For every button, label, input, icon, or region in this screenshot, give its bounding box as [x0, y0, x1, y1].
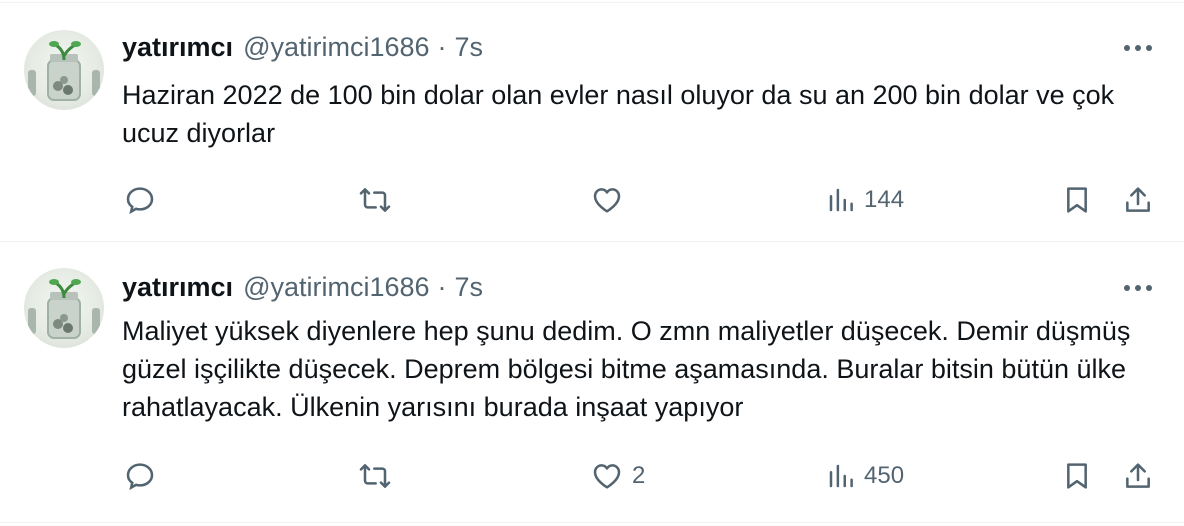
- views-button[interactable]: 450: [826, 456, 904, 496]
- views-button[interactable]: 144: [826, 180, 904, 220]
- reply-icon: [126, 187, 154, 215]
- bookmark-button[interactable]: [1061, 456, 1093, 496]
- like-button[interactable]: 2: [590, 456, 645, 496]
- reply-button[interactable]: [124, 180, 164, 220]
- retweet-button[interactable]: [358, 456, 400, 496]
- share-button[interactable]: [1122, 180, 1154, 220]
- action-bar: 2 450: [0, 456, 1184, 496]
- retweet-button[interactable]: [358, 180, 400, 220]
- tweet-2[interactable]: yatırımcı @yatirimci1686 · 7s Maliyet yü…: [0, 242, 1184, 526]
- action-bar: 144: [0, 180, 1184, 220]
- views-icon: [829, 464, 853, 488]
- tweet-1[interactable]: yatırımcı @yatirimci1686 · 7s Haziran 20…: [0, 0, 1184, 240]
- timestamp[interactable]: 7s: [455, 32, 484, 63]
- like-count: 2: [632, 462, 646, 489]
- separator-dot: ·: [437, 271, 447, 302]
- share-button[interactable]: [1122, 456, 1154, 496]
- tweet-text: Haziran 2022 de 100 bin dolar olan evler…: [122, 80, 1115, 148]
- more-icon: [1124, 45, 1152, 51]
- timestamp[interactable]: 7s: [455, 272, 484, 303]
- share-icon: [1126, 463, 1150, 488]
- share-icon: [1126, 187, 1150, 212]
- avatar[interactable]: [24, 30, 104, 110]
- bottom-divider: [0, 522, 1184, 523]
- bookmark-button[interactable]: [1061, 180, 1093, 220]
- author-handle[interactable]: @yatirimci1686: [243, 32, 429, 63]
- separator-dot: ·: [437, 31, 447, 62]
- reply-button[interactable]: [124, 456, 164, 496]
- retweet-icon: [359, 188, 391, 212]
- like-icon: [593, 464, 621, 489]
- author-name[interactable]: yatırımcı: [122, 272, 233, 303]
- author-handle[interactable]: @yatirimci1686: [243, 272, 429, 303]
- tweet-header: yatırımcı @yatirimci1686 · 7s: [122, 270, 483, 304]
- author-name[interactable]: yatırımcı: [122, 32, 233, 63]
- more-icon: [1124, 285, 1152, 291]
- tweet-text: Maliyet yüksek diyenlere hep şunu dedim.…: [122, 316, 1131, 422]
- bookmark-icon: [1067, 463, 1087, 489]
- more-button[interactable]: [1120, 270, 1156, 306]
- avatar[interactable]: [24, 268, 104, 348]
- retweet-icon: [359, 464, 391, 488]
- avatar-jar-icon: [28, 279, 100, 339]
- bookmark-icon: [1067, 187, 1087, 213]
- avatar-jar-icon: [28, 41, 100, 101]
- more-button[interactable]: [1120, 30, 1156, 66]
- reply-icon: [126, 463, 154, 491]
- views-icon: [829, 188, 853, 212]
- views-count: 450: [864, 462, 905, 489]
- tweet-header: yatırımcı @yatirimci1686 · 7s: [122, 30, 483, 64]
- views-count: 144: [864, 186, 905, 213]
- like-button[interactable]: [590, 180, 632, 220]
- like-icon: [593, 188, 621, 213]
